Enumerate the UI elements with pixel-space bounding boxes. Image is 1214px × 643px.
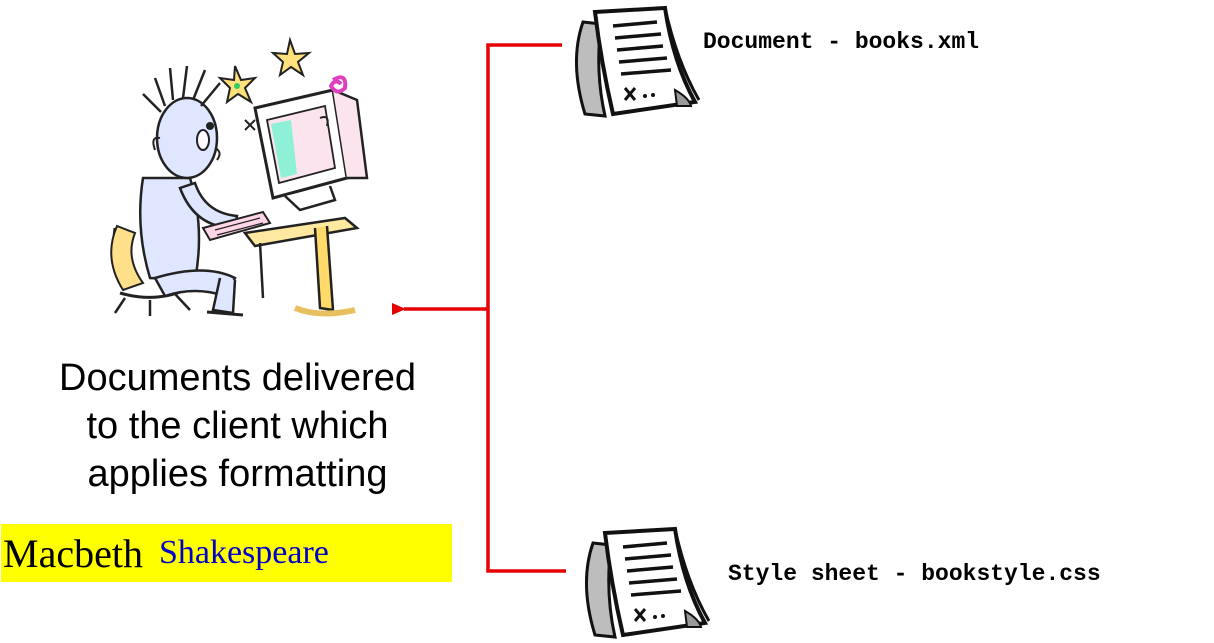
diagram: Document - books.xml Style sheet - books… <box>0 0 1214 643</box>
stylesheet-scroll-icon <box>585 526 710 639</box>
caption-line-1: Documents delivered <box>59 357 416 399</box>
person-at-computer-icon <box>110 36 369 317</box>
rendered-title: Macbeth <box>3 530 143 576</box>
caption-line-2: to the client which <box>86 405 389 447</box>
client-caption: Documents delivered to the client which … <box>20 354 455 498</box>
document-file-label: Document - books.xml <box>703 29 980 55</box>
document-scroll-icon <box>575 5 700 118</box>
caption-line-3: applies formatting <box>87 453 388 495</box>
rendered-author: Shakespeare <box>158 534 329 571</box>
rendered-output: Macbeth Shakespeare <box>1 524 452 582</box>
connector-top-branch <box>486 43 566 573</box>
stylesheet-file-label: Style sheet - bookstyle.css <box>728 561 1101 587</box>
